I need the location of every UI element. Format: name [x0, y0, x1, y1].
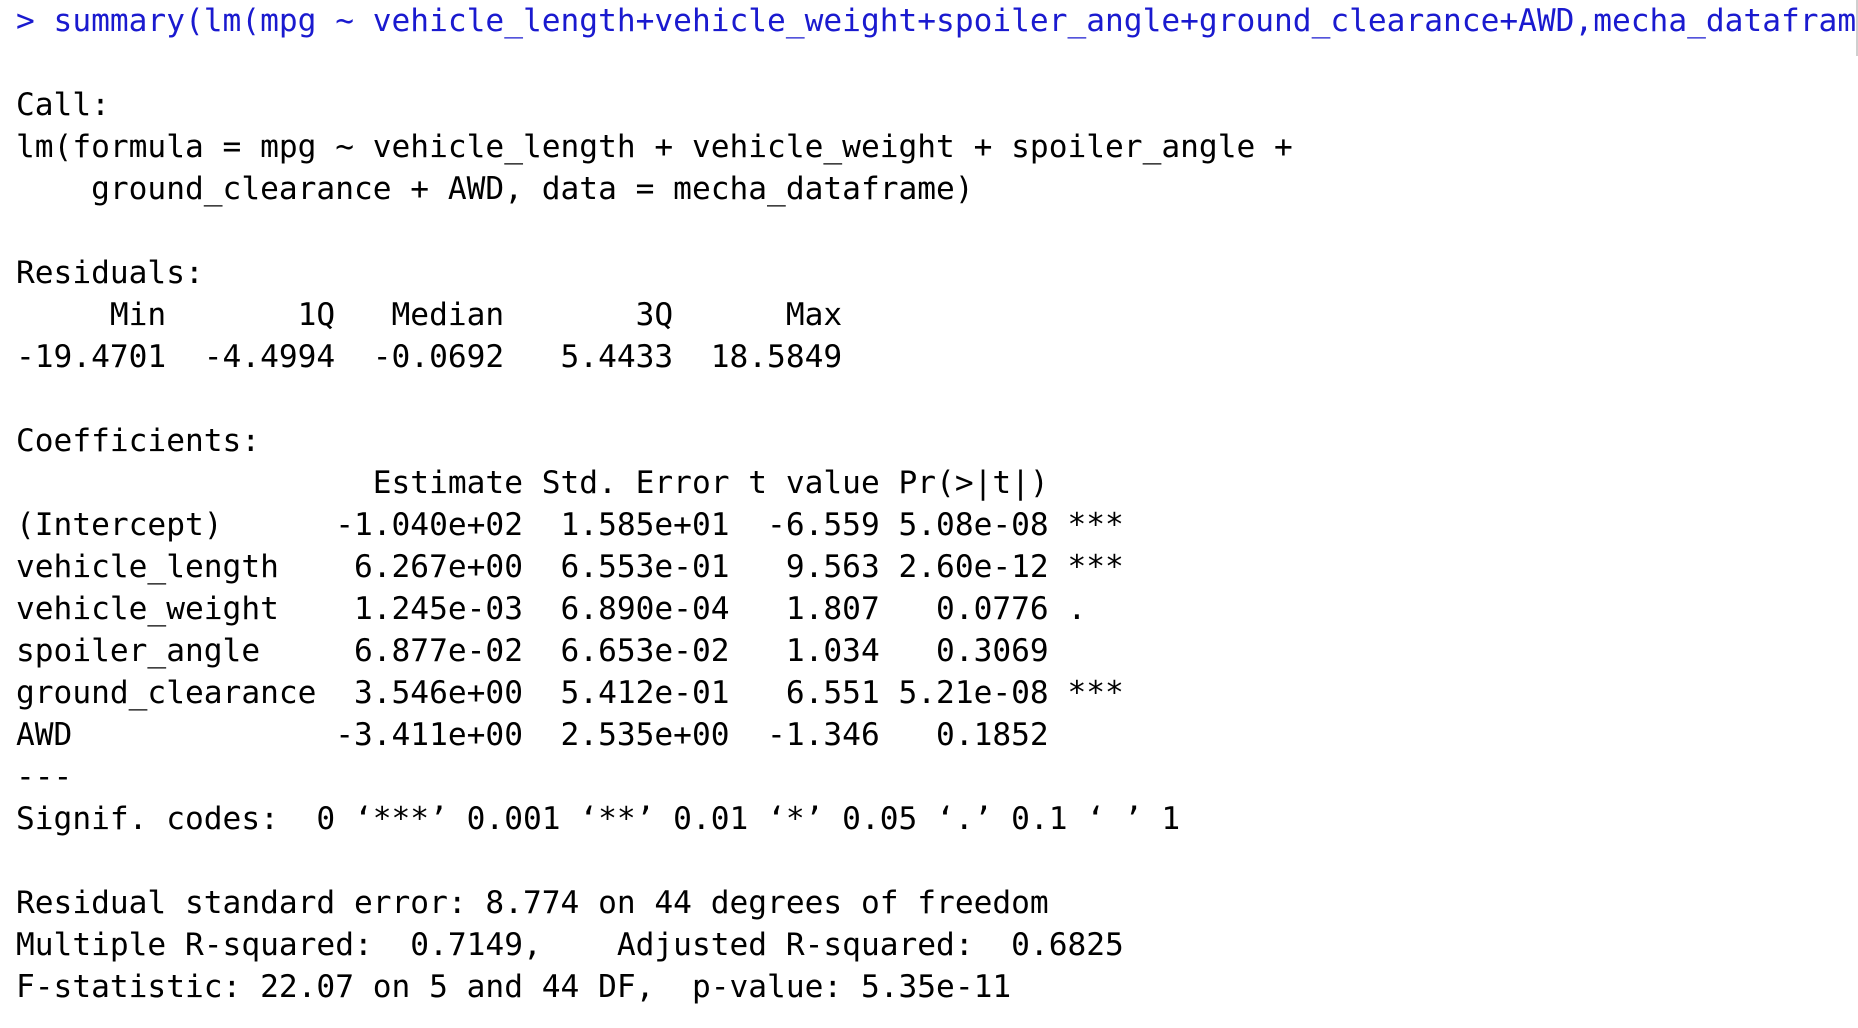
- residual-standard-error-line: Residual standard error: 8.774 on 44 deg…: [16, 885, 1049, 921]
- r-squared-line: Multiple R-squared: 0.7149, Adjusted R-s…: [16, 927, 1143, 963]
- f-statistic-line: F-statistic: 22.07 on 5 and 44 DF, p-val…: [16, 969, 1012, 1005]
- residuals-header: Residuals:: [16, 255, 204, 291]
- command-line: > summary(lm(mpg ~ vehicle_length+vehicl…: [16, 3, 1858, 39]
- coefficient-row-vehicle-weight: vehicle_weight 1.245e-03 6.890e-04 1.807…: [16, 591, 1124, 627]
- coefficient-row-vehicle-length: vehicle_length 6.267e+00 6.553e-01 9.563…: [16, 549, 1124, 585]
- coefficient-row-ground-clearance: ground_clearance 3.546e+00 5.412e-01 6.5…: [16, 675, 1124, 711]
- call-formula-line-2: ground_clearance + AWD, data = mecha_dat…: [16, 171, 974, 207]
- coefficient-row-intercept: (Intercept) -1.040e+02 1.585e+01 -6.559 …: [16, 507, 1124, 543]
- residuals-labels: Min 1Q Median 3Q Max: [16, 297, 861, 333]
- separator-line: ---: [16, 759, 73, 795]
- r-console-output[interactable]: > summary(lm(mpg ~ vehicle_length+vehicl…: [0, 0, 1858, 1028]
- coefficient-row-awd: AWD -3.411e+00 2.535e+00 -1.346 0.1852: [16, 717, 1124, 753]
- coefficients-column-headers: Estimate Std. Error t value Pr(>|t|): [16, 465, 1124, 501]
- call-formula-line-1: lm(formula = mpg ~ vehicle_length + vehi…: [16, 129, 1312, 165]
- coefficients-header: Coefficients:: [16, 423, 261, 459]
- coefficient-row-spoiler-angle: spoiler_angle 6.877e-02 6.653e-02 1.034 …: [16, 633, 1124, 669]
- signif-codes-line: Signif. codes: 0 ‘***’ 0.001 ‘**’ 0.01 ‘…: [16, 801, 1181, 837]
- call-header: Call:: [16, 87, 110, 123]
- residuals-values: -19.4701 -4.4994 -0.0692 5.4433 18.5849: [16, 339, 861, 375]
